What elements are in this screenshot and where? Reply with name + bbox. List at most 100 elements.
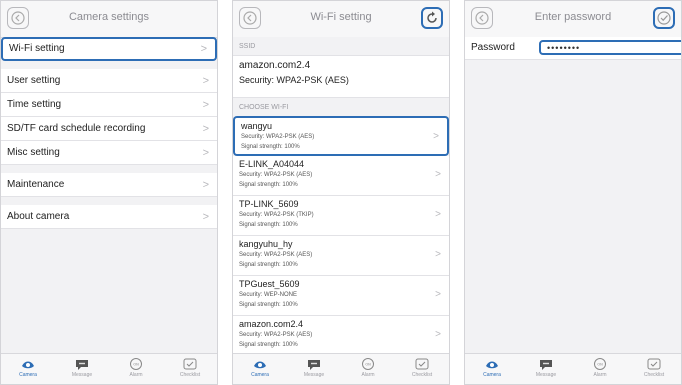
tab-checklist[interactable]: Checklist <box>395 357 449 378</box>
menu-item-wifi-setting[interactable]: Wi-Fi setting > <box>1 37 217 61</box>
tab-camera[interactable]: Camera <box>465 357 519 378</box>
ssid-section: SSID amazon.com2.4 Security: WPA2-PSK (A… <box>233 37 449 118</box>
network-security: Security: WPA2-PSK (AES) <box>239 332 313 338</box>
tab-checklist[interactable]: Checklist <box>163 357 217 378</box>
chevron-right-icon: > <box>433 131 439 142</box>
tab-label: Message <box>71 372 93 378</box>
password-label: Password <box>471 42 515 53</box>
wifi-network-item[interactable]: TP-LINK_5609 Security: WPA2-PSK (TKIP) S… <box>233 196 449 236</box>
ssid-security: Security: WPA2-PSK (AES) <box>239 75 349 85</box>
chevron-right-icon: > <box>202 75 209 87</box>
network-signal: Signal strength: 100% <box>239 302 298 308</box>
current-ssid: amazon.com2.4 Security: WPA2-PSK (AES) <box>233 56 449 98</box>
chevron-right-icon: > <box>435 169 441 180</box>
menu-item-user-setting[interactable]: User setting > <box>1 69 217 93</box>
menu-item-label: User setting <box>7 75 61 86</box>
tab-checklist[interactable]: Checklist <box>627 357 681 378</box>
nav-bar: Wi-Fi setting <box>233 1 449 38</box>
refresh-button[interactable] <box>421 7 443 29</box>
wifi-network-list: wangyu Security: WPA2-PSK (AES) Signal s… <box>233 116 449 356</box>
network-signal: Signal strength: 100% <box>239 262 298 268</box>
chevron-right-icon: > <box>435 329 441 340</box>
tab-label: Alarm <box>129 372 143 378</box>
network-name: TPGuest_5609 <box>239 279 300 289</box>
menu-item-label: SD/TF card schedule recording <box>7 123 146 134</box>
tab-label: Camera <box>483 372 501 378</box>
wifi-network-item[interactable]: TPGuest_5609 Security: WEP-NONE Signal s… <box>233 276 449 316</box>
password-input[interactable]: •••••••• <box>539 40 681 55</box>
message-bubble-icon <box>76 360 88 370</box>
menu-item-label: Misc setting <box>7 147 60 158</box>
menu-item-label: Maintenance <box>7 179 65 190</box>
tab-label: Message <box>303 372 325 378</box>
alarm-icon: ON <box>130 358 142 370</box>
network-security: Security: WPA2-PSK (AES) <box>239 172 313 178</box>
tab-label: Camera <box>251 372 269 378</box>
wifi-network-item[interactable]: kangyuhu_hy Security: WPA2-PSK (AES) Sig… <box>233 236 449 276</box>
choose-wifi-header: CHOOSE WI-FI <box>233 98 449 118</box>
tab-message[interactable]: Message <box>519 357 573 378</box>
chevron-right-icon: > <box>200 43 207 55</box>
menu-item-time-setting[interactable]: Time setting > <box>1 93 217 117</box>
menu-item-label: Wi-Fi setting <box>9 43 65 54</box>
tab-label: Camera <box>19 372 37 378</box>
network-security: Security: WPA2-PSK (AES) <box>241 134 315 140</box>
confirm-button[interactable] <box>653 7 675 29</box>
password-row: Password •••••••• <box>465 37 681 60</box>
tab-alarm[interactable]: ON Alarm <box>341 357 395 378</box>
menu-item-sd-recording[interactable]: SD/TF card schedule recording > <box>1 117 217 141</box>
network-security: Security: WPA2-PSK (AES) <box>239 252 313 258</box>
checkmark-circle-icon <box>657 11 671 25</box>
tab-alarm[interactable]: ON Alarm <box>573 357 627 378</box>
menu-item-label: About camera <box>7 211 70 222</box>
camera-eye-icon <box>22 361 34 369</box>
nav-bar: Enter password <box>465 1 681 38</box>
tab-label: Checklist <box>643 372 665 378</box>
camera-settings-screen: Camera settings Wi-Fi setting > User set… <box>0 0 218 385</box>
chevron-right-icon: > <box>202 179 209 191</box>
chevron-right-icon: > <box>202 147 209 159</box>
network-name: amazon.com2.4 <box>239 319 304 329</box>
alarm-icon: ON <box>594 358 606 370</box>
checklist-icon <box>647 358 661 370</box>
network-signal: Signal strength: 100% <box>239 222 298 228</box>
network-name: kangyuhu_hy <box>239 239 293 249</box>
tab-camera[interactable]: Camera <box>1 357 55 378</box>
menu-item-about-camera[interactable]: About camera > <box>1 205 217 229</box>
wifi-network-item[interactable]: wangyu Security: WPA2-PSK (AES) Signal s… <box>233 116 449 156</box>
tab-camera[interactable]: Camera <box>233 357 287 378</box>
network-name: E-LINK_A04044 <box>239 159 305 169</box>
page-title: Camera settings <box>68 11 150 23</box>
page-title: Enter password <box>534 11 612 23</box>
ssid-header: SSID <box>233 37 449 56</box>
menu-item-label: Time setting <box>7 99 62 110</box>
settings-menu: Wi-Fi setting > User setting > Time sett… <box>1 37 217 229</box>
refresh-icon <box>427 11 437 23</box>
message-bubble-icon <box>308 360 320 370</box>
checklist-icon <box>183 358 197 370</box>
network-signal: Signal strength: 100% <box>239 342 298 348</box>
network-signal: Signal strength: 100% <box>241 144 300 150</box>
nav-bar: Camera settings <box>1 1 217 38</box>
tab-label: Checklist <box>179 372 201 378</box>
chevron-right-icon: > <box>435 289 441 300</box>
chevron-right-icon: > <box>435 249 441 260</box>
camera-eye-icon <box>486 361 498 369</box>
wifi-network-item[interactable]: amazon.com2.4 Security: WPA2-PSK (AES) S… <box>233 316 449 356</box>
enter-password-screen: Enter password Password •••••••• Camera … <box>464 0 682 385</box>
tab-message[interactable]: Message <box>55 357 109 378</box>
network-security: Security: WEP-NONE <box>239 292 298 298</box>
chevron-right-icon: > <box>435 209 441 220</box>
menu-item-misc-setting[interactable]: Misc setting > <box>1 141 217 165</box>
network-name: wangyu <box>241 121 273 131</box>
camera-eye-icon <box>254 361 266 369</box>
tab-alarm[interactable]: ON Alarm <box>109 357 163 378</box>
wifi-setting-screen: Wi-Fi setting SSID amazon.com2.4 Securit… <box>232 0 450 385</box>
menu-item-maintenance[interactable]: Maintenance > <box>1 173 217 197</box>
tab-label: Alarm <box>593 372 607 378</box>
svg-text:ON: ON <box>133 363 139 367</box>
tab-bar: Camera Message ON Alarm Checklist <box>465 353 681 384</box>
network-name: TP-LINK_5609 <box>239 199 299 209</box>
wifi-network-item[interactable]: E-LINK_A04044 Security: WPA2-PSK (AES) S… <box>233 156 449 196</box>
tab-message[interactable]: Message <box>287 357 341 378</box>
